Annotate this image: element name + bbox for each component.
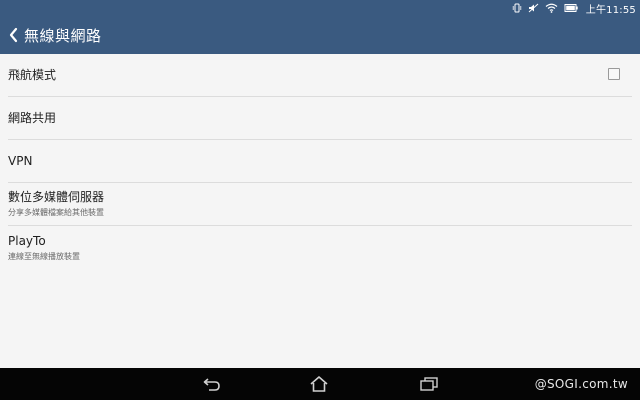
setting-airplane-mode[interactable]: 飛航模式 (8, 54, 632, 97)
status-time: 上午11:55 (585, 4, 636, 16)
battery-icon (564, 0, 580, 16)
setting-tethering[interactable]: 網路共用 (8, 97, 632, 140)
setting-subtitle: 分享多媒體檔案給其他裝置 (8, 208, 104, 217)
setting-title: 網路共用 (8, 110, 57, 125)
setting-title: PlayTo (8, 233, 46, 248)
page-title: 無線與網路 (24, 26, 102, 45)
action-bar: 無線與網路 (0, 16, 640, 54)
back-button[interactable] (0, 16, 24, 54)
nav-recents-button[interactable] (418, 374, 440, 394)
setting-subtitle: 連線至無線播放裝置 (8, 251, 80, 261)
back-icon (203, 378, 220, 391)
vibrate-icon (512, 0, 522, 16)
setting-media-server[interactable]: 數位多媒體伺服器 分享多媒體檔案給其他裝置 (8, 183, 632, 226)
watermark: @SOGI.com.tw (534, 377, 628, 391)
status-bar: 上午11:55 (0, 0, 640, 16)
recents-icon (420, 377, 438, 391)
home-icon (310, 376, 328, 392)
chevron-left-icon (9, 27, 18, 43)
setting-playto[interactable]: PlayTo 連線至無線播放裝置 (8, 226, 632, 269)
setting-vpn[interactable]: VPN (8, 140, 632, 183)
mute-icon (528, 0, 539, 16)
setting-title: 數位多媒體伺服器 (8, 190, 105, 204)
airplane-mode-checkbox[interactable] (608, 68, 620, 80)
settings-list: 飛航模式 網路共用 VPN 數位多媒體伺服器 分享多媒體檔案給其他裝置 Play… (0, 54, 640, 368)
setting-title: 飛航模式 (8, 67, 57, 82)
screen: 上午11:55 無線與網路 飛航模式 網路共用 VPN 數位多媒體伺服器 分享多… (0, 0, 640, 400)
wifi-icon (545, 0, 558, 16)
nav-home-button[interactable] (308, 374, 330, 394)
nav-back-button[interactable] (201, 374, 223, 394)
navigation-bar: @SOGI.com.tw (0, 368, 640, 400)
setting-title: VPN (8, 153, 33, 168)
